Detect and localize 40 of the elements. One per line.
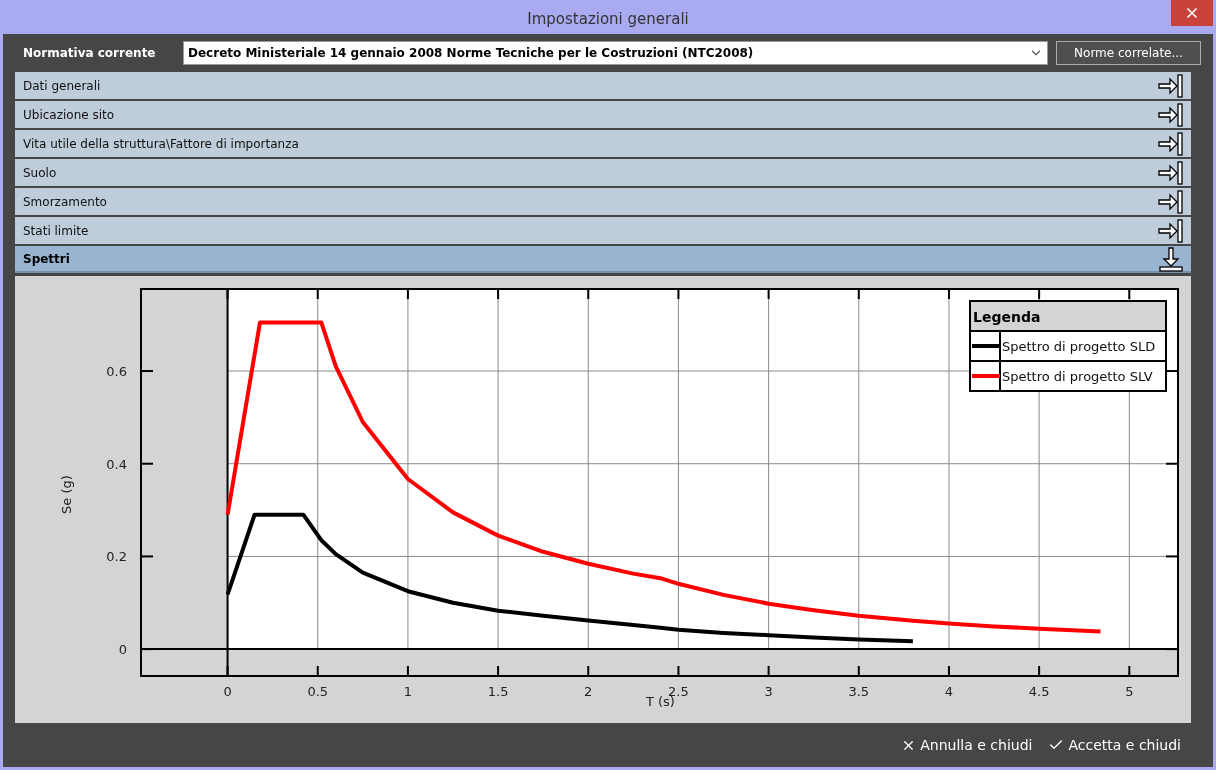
arrow-to-bar-icon	[1157, 218, 1183, 243]
accept-button[interactable]: Accetta e chiudi	[1048, 734, 1181, 756]
section-header[interactable]: Spettri	[15, 246, 1191, 273]
cancel-button[interactable]: Annulla e chiudi	[901, 734, 1033, 756]
window-title: Impostazioni generali	[527, 8, 689, 30]
close-icon	[1184, 5, 1200, 21]
legend-label: Spettro di progetto SLD	[1002, 339, 1156, 354]
arrow-to-bar-icon	[1157, 189, 1183, 214]
x-tick-label: 5	[1125, 684, 1134, 699]
x-tick-label: 0.5	[307, 684, 329, 699]
arrow-to-bar-icon	[1157, 102, 1183, 127]
y-tick-label: 0.6	[106, 364, 127, 380]
close-button[interactable]	[1171, 0, 1213, 26]
field-label: Normativa corrente	[22, 45, 157, 62]
y-axis-title: Se (g)	[59, 475, 74, 514]
legend-label: Spettro di progetto SLV	[1002, 369, 1153, 384]
x-tick-label: 3	[764, 684, 773, 699]
y-tick-label: 0.4	[106, 456, 127, 472]
related-standards-button[interactable]: Norme correlate...	[1056, 41, 1201, 65]
legend-title: Legenda	[973, 309, 1041, 325]
section-header[interactable]: Smorzamento	[15, 188, 1191, 215]
download-arrow-icon	[1159, 245, 1183, 272]
x-tick-label: 1.5	[487, 684, 509, 699]
arrow-to-bar-icon	[1157, 73, 1183, 98]
x-tick-label: 0	[223, 684, 232, 699]
section-header[interactable]: Vita utile della struttura\Fattore di importanza	[15, 130, 1191, 157]
section-header[interactable]: Dati generali	[15, 72, 1191, 99]
y-tick-label: 0	[118, 642, 127, 658]
section-header[interactable]: Stati limite	[15, 217, 1191, 244]
arrow-to-bar-icon	[1157, 131, 1183, 156]
x-tick-label: 3.5	[848, 684, 870, 699]
x-tick-label: 1	[403, 684, 413, 699]
y-tick-label: 0.2	[106, 549, 127, 565]
section-header[interactable]: Ubicazione sito	[15, 101, 1191, 128]
section-header[interactable]: Suolo	[15, 159, 1191, 186]
arrow-to-bar-icon	[1157, 160, 1183, 185]
standard-dropdown[interactable]: Decreto Ministeriale 14 gennaio 2008 Norme Tecniche per le Costruzioni (NTC2008)	[183, 41, 1048, 65]
x-tick-label: 4.5	[1028, 684, 1050, 699]
x-tick-label: 2	[584, 684, 593, 699]
x-tick-label: 4	[944, 684, 954, 699]
